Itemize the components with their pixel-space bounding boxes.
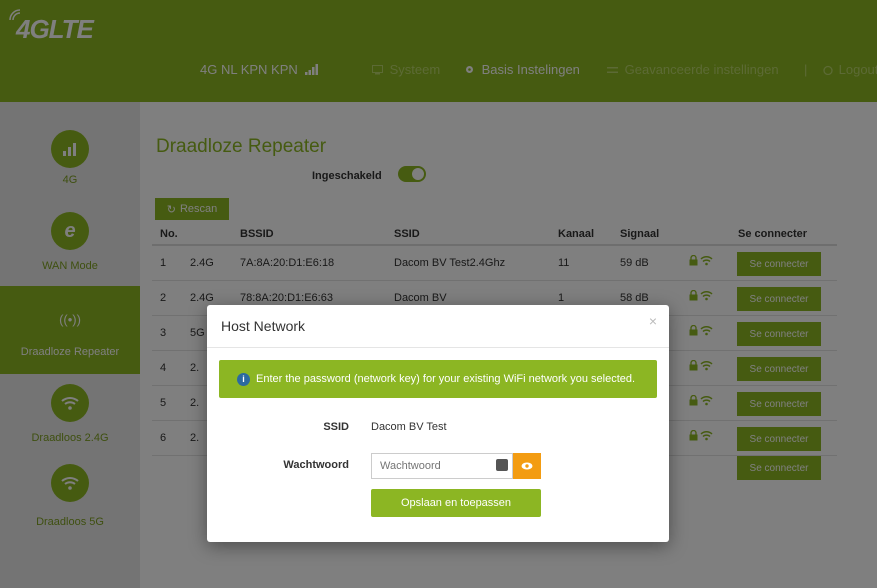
ssid-value: Dacom BV Test [371,421,447,433]
password-input[interactable] [371,453,513,479]
keyboard-icon [496,459,508,471]
alert-text: Enter the password (network key) for you… [256,373,636,385]
info-icon: i [237,372,250,386]
modal-title: Host Network [221,318,306,334]
ssid-label: SSID [323,421,349,433]
close-icon[interactable]: × [649,313,657,329]
show-password-button[interactable] [513,453,541,479]
password-label: Wachtwoord [283,459,349,471]
modal-divider [207,347,669,348]
save-apply-button[interactable]: Opslaan en toepassen [371,489,541,517]
host-network-modal: Host Network × i Enter the password (net… [207,305,669,542]
eye-icon [521,462,533,470]
info-alert: i Enter the password (network key) for y… [219,360,657,398]
